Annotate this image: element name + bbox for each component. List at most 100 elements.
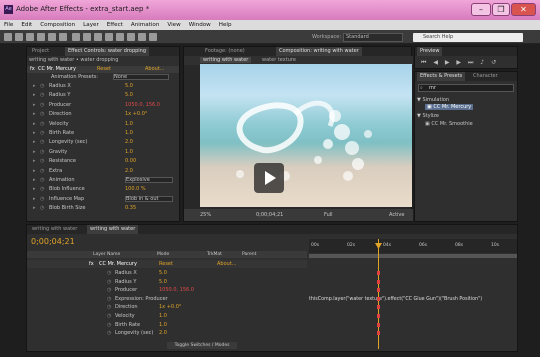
fx-icon[interactable]: fx [30,66,35,73]
property-value[interactable]: 1.0 [159,312,167,320]
keyframe-marker[interactable] [377,314,380,318]
stopwatch-icon[interactable]: ◷ [40,92,44,99]
fx-icon[interactable]: fx [89,260,94,268]
timeline-property-row[interactable]: ◷ Birth Rate 1.0 [27,321,307,329]
camera-tool-icon[interactable] [48,33,56,41]
keyframe-marker[interactable] [377,296,380,301]
stopwatch-icon[interactable]: ◷ [40,177,44,184]
timeline-timecode[interactable]: 0;00;04;21 [31,237,75,246]
reset-button[interactable]: Reset [97,66,111,73]
effect-property-row[interactable]: ▸ ◷ Birth Rate 1.0 [27,130,179,137]
workspace-select[interactable]: Standard [343,33,403,42]
expand-triangle-icon[interactable]: ▸ [33,158,36,165]
property-value[interactable]: 5.0 [159,278,167,286]
effect-item-cc-mr-smoothie[interactable]: ▣ CC Mr. Smoothie [425,121,473,127]
subtab-water-texture[interactable]: water texture [262,57,296,63]
expand-triangle-icon[interactable]: ▸ [33,205,36,212]
stopwatch-icon[interactable]: ◷ [107,286,111,294]
stopwatch-icon[interactable]: ◷ [40,111,44,118]
tab-project[interactable]: Project [29,47,52,56]
property-value[interactable]: Blob in & out [125,195,173,202]
property-value[interactable]: 0.35 [125,205,136,212]
property-value[interactable]: 2.0 [125,139,133,146]
hand-tool-icon[interactable] [15,33,23,41]
menu-window[interactable]: Window [185,20,215,30]
clone-tool-icon[interactable] [116,33,124,41]
timeline-property-row[interactable]: ◷ Velocity 1.0 [27,312,307,320]
zoom-tool-icon[interactable] [26,33,34,41]
keyframe-marker[interactable] [377,288,380,293]
about-link[interactable]: About... [145,66,165,73]
timeline-about-link[interactable]: About... [217,260,237,268]
effect-property-row[interactable]: ▸ ◷ Producer 1050.0, 156.0 [27,102,179,109]
loop-icon[interactable]: ↺ [491,59,496,66]
stopwatch-icon[interactable]: ◷ [40,149,44,156]
menu-help[interactable]: Help [215,20,236,30]
expand-triangle-icon[interactable]: ▸ [33,92,36,99]
audio-icon[interactable]: ♪ [480,59,484,66]
close-button[interactable]: ✕ [511,3,536,16]
col-trkmat[interactable]: TrkMat [207,251,222,258]
active-camera-select[interactable]: Active [389,212,404,218]
tab-footage[interactable]: Footage: (none) [202,47,248,56]
stopwatch-icon[interactable]: ◷ [107,278,111,286]
type-tool-icon[interactable] [94,33,102,41]
last-frame-icon[interactable]: ⏭ [468,59,473,66]
expand-triangle-icon[interactable]: ▸ [33,186,36,193]
tab-timeline-1[interactable]: writing with water [29,225,80,234]
expand-triangle-icon[interactable]: ▸ [33,102,36,109]
keyframe-marker[interactable] [377,271,380,275]
property-value[interactable]: 100.0 % [125,186,146,193]
col-parent[interactable]: Parent [242,251,256,258]
property-value[interactable]: 0.00 [125,158,136,165]
expand-triangle-icon[interactable]: ▸ [33,121,36,128]
effect-header-row[interactable]: fx CC Mr. Mercury Reset About... [27,66,179,73]
property-value[interactable]: 2.0 [159,329,167,337]
stopwatch-icon[interactable]: ◷ [40,130,44,137]
col-layer-name[interactable]: Layer Name [93,251,120,258]
property-value[interactable]: 1.0 [159,321,167,329]
stopwatch-icon[interactable]: ◷ [40,205,44,212]
effect-property-row[interactable]: ▸ ◷ Resistance 0.00 [27,158,179,165]
stopwatch-icon[interactable]: ◷ [40,196,44,203]
time-ruler[interactable]: 00s 02s 04s 06s 08s 10s [309,239,517,253]
property-value[interactable]: 1050.0, 156.0 [159,286,194,294]
comp-timecode[interactable]: 0;00;04;21 [256,212,283,218]
keyframe-marker[interactable] [377,305,380,310]
tab-preview[interactable]: Preview [417,47,443,56]
property-value[interactable]: 5.0 [125,83,133,90]
timeline-property-row[interactable]: ◷ Expression: Producer [27,295,307,303]
timeline-property-row[interactable]: ◷ Radius X 5.0 [27,269,307,277]
animation-presets-select[interactable]: None [113,74,169,80]
pan-behind-tool-icon[interactable] [59,33,67,41]
timeline-property-row[interactable]: ◷ Producer 1050.0, 156.0 [27,286,307,294]
property-value[interactable]: 1.0 [125,130,133,137]
effect-property-row[interactable]: ▸ ◷ Velocity 1.0 [27,121,179,128]
menu-view[interactable]: View [163,20,184,30]
minimize-button[interactable]: – [471,3,491,16]
property-value[interactable]: 1.0 [125,121,133,128]
property-value[interactable]: 1.0 [125,149,133,156]
expression-text[interactable]: thisComp.layer("water texture").effect("… [309,297,482,302]
property-value[interactable]: 2.0 [125,168,133,175]
first-frame-icon[interactable]: ⏮ [421,59,426,66]
play-button[interactable] [254,163,284,193]
stopwatch-icon[interactable]: ◷ [107,312,111,320]
expand-triangle-icon[interactable]: ▸ [33,83,36,90]
resolution-select[interactable]: Full [324,212,333,218]
play-preview-icon[interactable]: ▶ [445,59,450,66]
effect-property-row[interactable]: ▸ ◷ Radius Y 5.0 [27,92,179,99]
stopwatch-icon[interactable]: ◷ [107,329,111,337]
tab-effect-controls[interactable]: Effect Controls: water dropping [65,47,150,56]
menu-layer[interactable]: Layer [79,20,103,30]
effect-item-cc-mr-mercury[interactable]: ▣ CC Mr. Mercury [425,104,474,110]
pen-tool-icon[interactable] [83,33,91,41]
brush-tool-icon[interactable] [105,33,113,41]
expand-triangle-icon[interactable]: ▸ [33,139,36,146]
toggle-switches-modes-button[interactable]: Toggle Switches / Modes [167,342,237,349]
effect-property-row[interactable]: ▸ ◷ Direction 1x +0.0° [27,111,179,118]
timeline-property-row[interactable]: ◷ Longevity (sec) 2.0 [27,329,307,337]
tab-character[interactable]: Character [470,72,501,81]
stopwatch-icon[interactable]: ◷ [40,83,44,90]
zoom-select[interactable]: 25% [200,212,211,218]
